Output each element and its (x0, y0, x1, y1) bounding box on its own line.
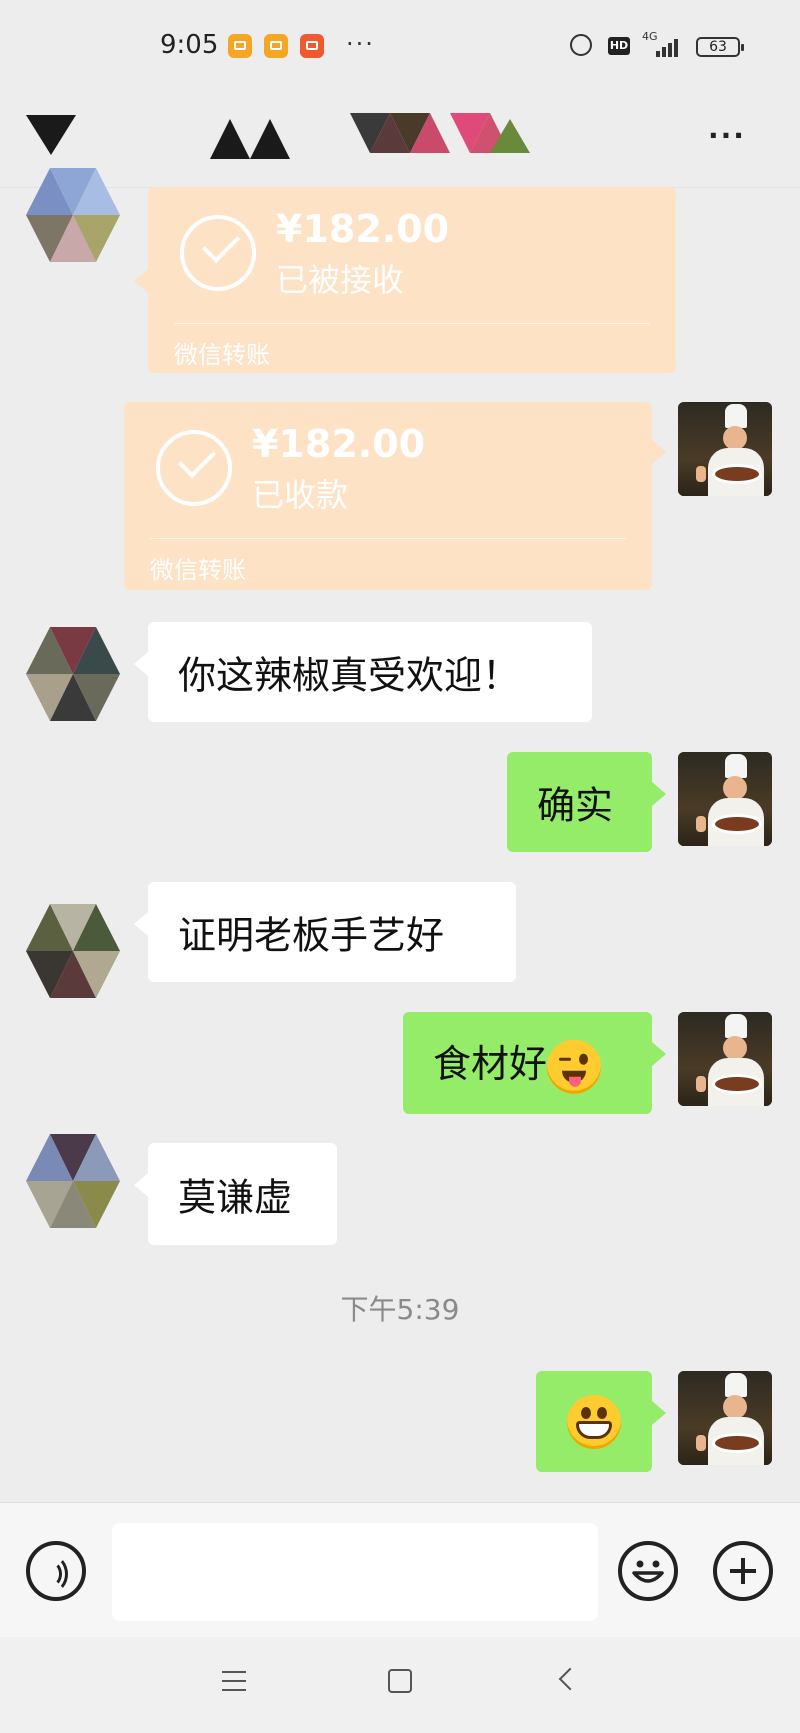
chat-title-pixelated (210, 113, 530, 159)
notification-icon (228, 34, 252, 58)
message-bubble[interactable]: 莫谦虚 (134, 1143, 337, 1245)
my-avatar[interactable] (678, 752, 772, 846)
message-timestamp: 下午5:39 (340, 1293, 460, 1326)
chat-header: ··· (0, 95, 800, 188)
divider (174, 323, 650, 324)
transfer-label: 微信转账 (150, 556, 246, 584)
contact-avatar[interactable] (26, 1134, 120, 1228)
menu-icon[interactable] (222, 1669, 246, 1693)
my-avatar[interactable] (678, 1371, 772, 1465)
contact-avatar[interactable] (26, 627, 120, 721)
message-text: 你这辣椒真受欢迎！ (178, 653, 521, 698)
battery-icon: 63 (696, 37, 744, 57)
message-bubble[interactable]: 你这辣椒真受欢迎！ (134, 622, 592, 722)
check-circle-icon (156, 430, 232, 506)
back-icon[interactable] (558, 1667, 582, 1691)
transfer-card[interactable]: ¥182.00 已收款 微信转账 (124, 402, 666, 590)
message-text: 食材好 (433, 1041, 548, 1086)
hd-icon: HD (608, 37, 630, 55)
my-avatar[interactable] (678, 1012, 772, 1106)
transfer-label: 微信转账 (174, 341, 270, 369)
plus-button[interactable] (713, 1541, 773, 1601)
transfer-amount: ¥182.00 (276, 207, 450, 251)
message-text: 确实 (537, 783, 614, 828)
alarm-icon (570, 34, 592, 56)
transfer-amount: ¥182.00 (252, 422, 426, 466)
message-bubble[interactable]: 确实 (507, 752, 666, 852)
emoji-icon (632, 1560, 664, 1583)
wink-tongue-emoji-icon (547, 1039, 602, 1094)
message-bubble[interactable] (536, 1371, 666, 1472)
signal-icon (650, 37, 684, 57)
home-icon[interactable] (388, 1669, 412, 1693)
transfer-status: 已收款 (252, 476, 349, 514)
voice-wave (36, 1555, 68, 1593)
notification-icon (264, 34, 288, 58)
contact-avatar[interactable] (26, 168, 120, 262)
message-bubble[interactable]: 食材好 (403, 1012, 666, 1114)
message-content (567, 1394, 621, 1449)
back-icon[interactable] (26, 115, 76, 160)
transfer-card[interactable]: ¥182.00 已被接收 微信转账 (134, 187, 676, 373)
message-input[interactable] (112, 1523, 598, 1621)
divider (150, 538, 626, 539)
check-circle-icon (180, 215, 256, 291)
more-notifications-icon: ··· (346, 30, 375, 58)
notification-icon (300, 34, 324, 58)
status-bar: 9:05 ··· HD 4G 63 (0, 0, 800, 95)
emoji-button[interactable] (618, 1541, 678, 1601)
contact-avatar[interactable] (26, 904, 120, 998)
grin-emoji-icon (567, 1394, 621, 1449)
message-text: 莫谦虚 (178, 1175, 293, 1220)
message-text: 证明老板手艺好 (178, 913, 445, 958)
message-content: 食材好 (433, 1033, 602, 1094)
system-nav-bar (0, 1637, 800, 1733)
input-bar (0, 1502, 800, 1638)
my-avatar[interactable] (678, 402, 772, 496)
voice-input-button[interactable] (26, 1541, 86, 1601)
message-bubble[interactable]: 证明老板手艺好 (134, 882, 516, 982)
status-time: 9:05 (160, 30, 219, 60)
more-options-button[interactable]: ··· (708, 119, 746, 152)
transfer-status: 已被接收 (276, 261, 405, 299)
